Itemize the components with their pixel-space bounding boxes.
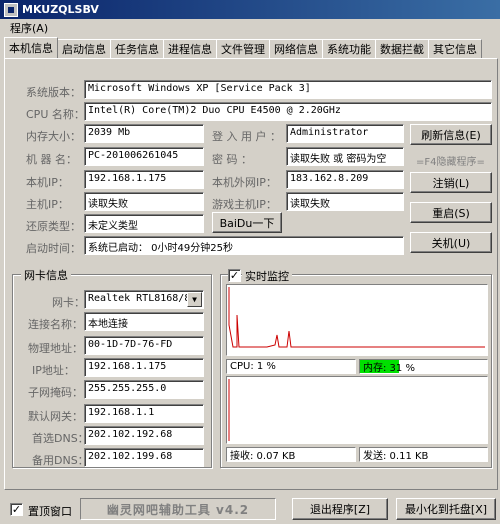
app-icon	[4, 2, 18, 17]
cpu-field: Intel(R) Core(TM)2 Duo CPU E4500 @ 2.20G…	[84, 102, 492, 121]
cpu-usage-text: CPU: 1 %	[230, 361, 276, 372]
cpu-graph	[226, 284, 488, 356]
mac-address-field: 00-1D-7D-76-FD	[84, 336, 204, 355]
memory-field: 2039 Mb	[84, 124, 204, 143]
host-ip-field: 读取失败	[84, 192, 204, 211]
tab-data-intercept[interactable]: 数据拦截	[375, 39, 429, 58]
external-ip-field: 183.162.8.209	[286, 170, 404, 189]
topmost-label: 置顶窗口	[28, 505, 72, 518]
shutdown-button[interactable]: 关机(U)	[410, 232, 492, 253]
external-ip-label: 本机外网IP：	[212, 176, 277, 189]
subnet-mask-label: 子网掩码：	[28, 386, 83, 399]
subnet-mask-field: 255.255.255.0	[84, 380, 204, 399]
mac-address-label: 物理地址：	[28, 342, 83, 355]
tab-network-info[interactable]: 网络信息	[269, 39, 323, 58]
menu-program[interactable]: 程序(A)	[6, 20, 52, 36]
cpu-graph-line	[228, 287, 485, 348]
network-graph-svg	[228, 379, 230, 441]
send-status: 发送: 0.11 KB	[359, 447, 488, 462]
memory-usage-status: 内存: 31 %	[359, 359, 488, 374]
cpu-label: CPU 名称：	[26, 108, 85, 121]
monitor-title: 实时监控	[242, 268, 292, 284]
restore-type-label: 还原类型：	[26, 220, 81, 233]
minimize-to-tray-button[interactable]: 最小化到托盘[X]	[396, 498, 496, 520]
os-label: 系统版本：	[26, 86, 81, 99]
password-field: 读取失败 或 密码为空	[286, 147, 404, 166]
local-ip-field: 192.168.1.175	[84, 170, 204, 189]
cpu-graph-svg	[228, 287, 485, 348]
exit-program-button[interactable]: 退出程序[Z]	[292, 498, 388, 520]
secondary-dns-field: 202.102.199.68	[84, 448, 204, 467]
login-user-field: Administrator	[286, 124, 404, 143]
chevron-down-icon[interactable]: ▼	[187, 292, 202, 307]
connection-name-label: 连接名称：	[28, 318, 83, 331]
nic-info-group-title: 网卡信息	[21, 267, 71, 283]
tab-file-manager[interactable]: 文件管理	[216, 39, 270, 58]
tab-strip: 本机信息 启动信息 任务信息 进程信息 文件管理 网络信息 系统功能 数据拦截 …	[4, 37, 498, 58]
local-ip-label: 本机IP：	[26, 176, 69, 189]
network-graph	[226, 376, 488, 444]
send-text: 发送: 0.11 KB	[363, 451, 429, 462]
memory-label: 内存大小：	[26, 130, 81, 143]
nic-ip-field: 192.168.1.175	[84, 358, 204, 377]
password-label: 密 码 ：	[212, 153, 252, 166]
hide-hotkey-hint: =F4隐藏程序=	[416, 157, 485, 168]
bottom-bar: ✓ 置顶窗口 幽灵网吧辅助工具 v4.2 退出程序[Z] 最小化到托盘[X]	[0, 494, 500, 524]
gateway-field: 192.168.1.1	[84, 404, 204, 423]
nic-card-label: 网卡：	[52, 296, 85, 309]
host-name-label: 机 器 名：	[26, 153, 77, 166]
nic-card-select[interactable]: Realtek RTL8168/81 ▼	[84, 290, 204, 309]
nic-ip-label: IP地址：	[32, 364, 75, 377]
baidu-button[interactable]: BaiDu一下	[212, 212, 282, 233]
game-host-ip-field: 读取失败	[286, 192, 404, 211]
tab-task-info[interactable]: 任务信息	[110, 39, 164, 58]
primary-dns-label: 首选DNS：	[32, 432, 89, 445]
monitor-checkbox[interactable]: ✓	[228, 269, 241, 282]
tab-startup-info[interactable]: 启动信息	[57, 39, 111, 58]
game-host-ip-label: 游戏主机IP：	[212, 198, 277, 211]
logoff-button[interactable]: 注销(L)	[410, 172, 492, 193]
cpu-usage-status: CPU: 1 %	[226, 359, 356, 374]
tab-system-functions[interactable]: 系统功能	[322, 39, 376, 58]
uptime-label: 启动时间：	[26, 242, 81, 255]
brand-label: 幽灵网吧辅助工具 v4.2	[80, 498, 276, 520]
connection-name-field: 本地连接	[84, 312, 204, 331]
login-user-label: 登 入 用 户 ：	[212, 130, 281, 143]
tab-local-info[interactable]: 本机信息	[4, 37, 58, 58]
restart-button[interactable]: 重启(S)	[410, 202, 492, 223]
primary-dns-field: 202.102.192.68	[84, 426, 204, 445]
tab-other-info[interactable]: 其它信息	[428, 39, 482, 58]
tab-process-info[interactable]: 进程信息	[163, 39, 217, 58]
topmost-checkbox[interactable]: ✓	[10, 503, 23, 516]
host-name-field: PC-201006261045	[84, 147, 204, 166]
memory-usage-text: 内存: 31 %	[363, 363, 415, 374]
receive-text: 接收: 0.07 KB	[230, 451, 296, 462]
restore-type-field: 未定义类型	[84, 214, 204, 233]
menu-bar: 程序(A)	[0, 19, 500, 37]
window-title: MKUZQLSBV	[22, 3, 99, 16]
title-bar[interactable]: MKUZQLSBV	[0, 0, 500, 19]
host-ip-label: 主机IP：	[26, 198, 69, 211]
receive-status: 接收: 0.07 KB	[226, 447, 356, 462]
refresh-info-button[interactable]: 刷新信息(E)	[410, 124, 492, 145]
uptime-field: 系统已启动： 0小时49分钟25秒	[84, 236, 404, 255]
os-field: Microsoft Windows XP [Service Pack 3]	[84, 80, 492, 99]
gateway-label: 默认网关：	[28, 410, 83, 423]
secondary-dns-label: 备用DNS：	[32, 454, 89, 467]
nic-card-value: Realtek RTL8168/81	[88, 293, 197, 304]
